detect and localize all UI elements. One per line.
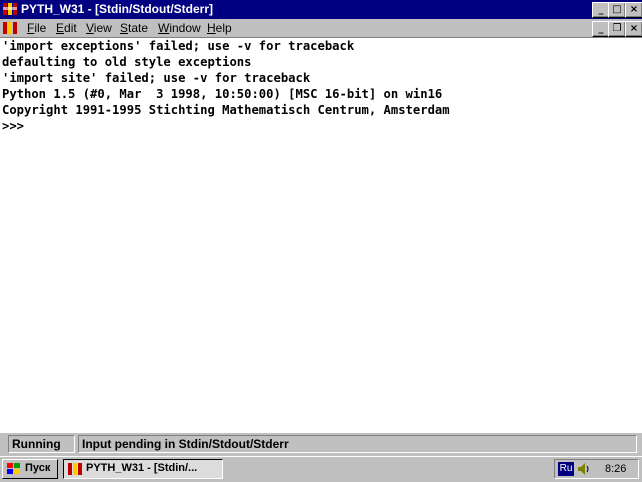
child-close-button[interactable]: × (625, 21, 642, 37)
speaker-icon[interactable] (577, 462, 591, 476)
menu-help[interactable]: Help (207, 21, 232, 35)
app-window: PYTH_W31 - [Stdin/Stdout/Stderr] _ □ × F… (0, 0, 642, 456)
maximize-button[interactable]: □ (608, 2, 626, 18)
start-label: Пуск (25, 462, 51, 474)
console-line: 'import exceptions' failed; use -v for t… (2, 39, 355, 53)
python-app-icon (68, 463, 82, 475)
console-line: 'import site' failed; use -v for traceba… (2, 71, 311, 85)
status-state: Running (8, 435, 75, 453)
console-line: defaulting to old style exceptions (2, 55, 252, 69)
document-system-menu-icon[interactable] (2, 20, 18, 36)
console-output[interactable]: 'import exceptions' failed; use -v for t… (0, 37, 642, 434)
language-indicator[interactable]: Ru (558, 462, 574, 476)
menu-bar: File Edit View State Window Help _ ❐ × (0, 19, 642, 37)
menu-state[interactable]: State (120, 21, 148, 35)
taskbar-item-label: PYTH_W31 - [Stdin/... (86, 462, 198, 474)
taskbar: Пуск PYTH_W31 - [Stdin/... Ru 8:26 (0, 456, 642, 482)
console-line: Python 1.5 (#0, Mar 3 1998, 10:50:00) [M… (2, 87, 443, 101)
status-message: Input pending in Stdin/Stdout/Stderr (78, 435, 637, 453)
close-icon: × (629, 4, 639, 15)
minimize-icon: _ (598, 23, 604, 34)
menu-view[interactable]: View (86, 21, 112, 35)
console-line: Copyright 1991-1995 Stichting Mathematis… (2, 103, 450, 117)
close-button[interactable]: × (625, 2, 642, 18)
child-restore-button[interactable]: ❐ (608, 21, 626, 37)
restore-icon: ❐ (612, 23, 622, 34)
console-prompt[interactable]: >>> (0, 118, 642, 134)
taskbar-item-pyth-w31[interactable]: PYTH_W31 - [Stdin/... (63, 459, 223, 479)
menu-edit[interactable]: Edit (56, 21, 77, 35)
status-bar: Running Input pending in Stdin/Stdout/St… (0, 433, 642, 455)
title-bar[interactable]: PYTH_W31 - [Stdin/Stdout/Stderr] _ □ × (0, 0, 642, 19)
menu-window[interactable]: Window (158, 21, 201, 35)
windows-logo-icon (7, 463, 20, 474)
clock[interactable]: 8:26 (605, 463, 626, 475)
system-tray: Ru 8:26 (554, 459, 639, 479)
minimize-icon: _ (598, 4, 604, 15)
close-icon: × (629, 23, 639, 34)
maximize-icon: □ (612, 4, 622, 15)
menu-file[interactable]: File (27, 21, 46, 35)
window-title: PYTH_W31 - [Stdin/Stdout/Stderr] (21, 2, 213, 16)
start-button[interactable]: Пуск (2, 459, 58, 479)
python-app-icon[interactable] (2, 1, 18, 17)
